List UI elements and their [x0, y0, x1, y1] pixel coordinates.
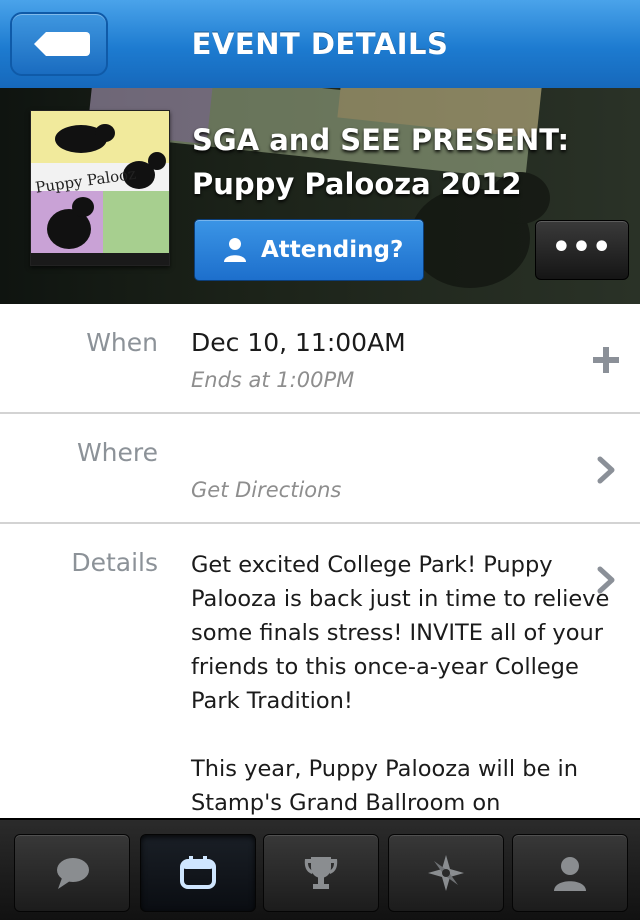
tab-profile[interactable]: [512, 834, 628, 912]
chat-icon: [57, 858, 89, 889]
person-icon: [224, 238, 246, 262]
tab-calendar[interactable]: [140, 834, 256, 912]
tab-explore[interactable]: [388, 834, 504, 912]
attending-label: Attending?: [261, 237, 404, 263]
event-title-line2: Puppy Palooza 2012: [192, 167, 522, 201]
trophy-icon: [304, 857, 338, 889]
when-value: Dec 10, 11:00AM: [191, 328, 406, 357]
tab-trophy[interactable]: [263, 834, 379, 912]
details-row[interactable]: Details Get excited College Park! Puppy …: [0, 524, 640, 818]
event-banner: Puppy Palooz SGA and SEE PRESENT: Puppy …: [0, 88, 640, 304]
attending-button[interactable]: Attending?: [194, 219, 424, 281]
chevron-right-icon: [597, 456, 615, 484]
more-dots-icon: •••: [551, 230, 613, 265]
add-to-calendar-icon[interactable]: [592, 346, 620, 374]
chevron-right-icon: [597, 566, 615, 594]
tab-bar: [0, 818, 640, 920]
where-row[interactable]: Where Get Directions: [0, 414, 640, 524]
compass-icon: [428, 855, 464, 891]
details-text: Get excited College Park! Puppy Palooza …: [191, 552, 610, 816]
calendar-icon: [180, 856, 216, 889]
event-thumbnail: Puppy Palooz: [30, 110, 170, 266]
get-directions-link[interactable]: Get Directions: [191, 478, 341, 502]
more-options-button[interactable]: •••: [535, 220, 629, 280]
when-label: When: [86, 328, 158, 357]
puppy-palooza-poster-image: Puppy Palooz: [31, 111, 169, 265]
tab-chat[interactable]: [14, 834, 130, 912]
event-title: SGA and SEE PRESENT: Puppy Palooza 2012: [192, 118, 622, 206]
where-label: Where: [76, 438, 158, 467]
profile-icon: [554, 857, 586, 891]
when-row[interactable]: When Dec 10, 11:00AM Ends at 1:00PM: [0, 304, 640, 414]
navigation-bar: EVENT DETAILS: [0, 0, 640, 89]
page-title: EVENT DETAILS: [191, 27, 449, 61]
details-label: Details: [71, 548, 158, 577]
when-end-time: Ends at 1:00PM: [191, 368, 355, 392]
event-title-line1: SGA and SEE PRESENT:: [192, 123, 570, 157]
